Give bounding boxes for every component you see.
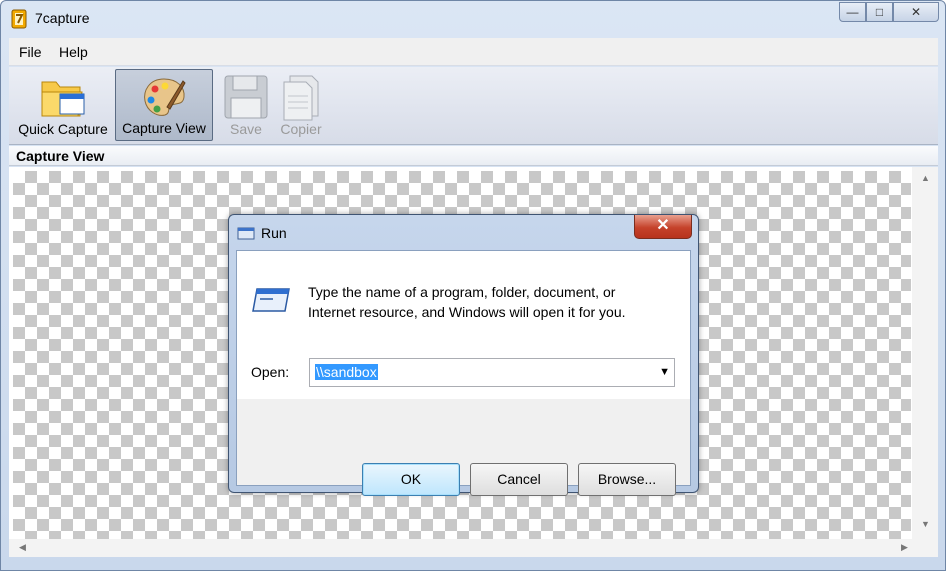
- maximize-icon: □: [875, 5, 884, 19]
- quick-capture-label: Quick Capture: [18, 121, 108, 137]
- dialog-close-button[interactable]: ✕: [634, 215, 692, 239]
- menu-help[interactable]: Help: [59, 44, 88, 60]
- open-input-value[interactable]: \\sandbox: [315, 364, 378, 380]
- vertical-scrollbar[interactable]: ▲ ▼: [912, 167, 938, 539]
- cancel-button[interactable]: Cancel: [470, 463, 568, 496]
- run-dialog: Run ✕ Type the name of a program, folder…: [228, 214, 699, 496]
- scroll-up-icon[interactable]: ▲: [921, 173, 930, 183]
- save-button[interactable]: Save: [217, 69, 275, 141]
- description-line-2: Internet resource, and Windows will open…: [308, 304, 626, 320]
- folder-window-icon: [41, 81, 85, 117]
- caption-buttons: — □ ✕: [839, 2, 939, 24]
- dialog-description: Type the name of a program, folder, docu…: [308, 282, 678, 322]
- browse-button[interactable]: Browse...: [578, 463, 676, 496]
- save-label: Save: [230, 121, 262, 137]
- palette-icon: [144, 78, 186, 116]
- description-line-1: Type the name of a program, folder, docu…: [308, 284, 616, 300]
- scroll-right-icon[interactable]: ▶: [901, 542, 908, 553]
- quick-capture-button[interactable]: Quick Capture: [15, 69, 111, 141]
- minimize-icon: —: [846, 5, 859, 19]
- run-program-icon: [252, 288, 290, 312]
- chevron-down-icon[interactable]: ▼: [659, 366, 670, 378]
- capture-view-label: Capture View: [122, 120, 206, 136]
- ok-button[interactable]: OK: [362, 463, 460, 496]
- open-combobox[interactable]: \\sandbox ▼: [309, 358, 675, 387]
- floppy-disk-icon: [224, 75, 268, 119]
- open-label: Open:: [251, 364, 290, 380]
- copier-label: Copier: [280, 121, 322, 137]
- menu-bar: File Help: [9, 38, 938, 66]
- dialog-title: Run: [261, 225, 287, 241]
- minimize-button[interactable]: —: [839, 2, 866, 22]
- scroll-down-icon[interactable]: ▼: [921, 519, 930, 529]
- section-title: Capture View: [9, 146, 938, 166]
- close-icon: ✕: [910, 5, 922, 19]
- maximize-button[interactable]: □: [866, 2, 893, 22]
- menu-file[interactable]: File: [19, 44, 42, 60]
- horizontal-scrollbar[interactable]: ◀ ▶: [9, 539, 938, 557]
- title-bar[interactable]: 7capture — □ ✕: [1, 1, 945, 37]
- dialog-body: Type the name of a program, folder, docu…: [236, 250, 691, 496]
- scroll-left-icon[interactable]: ◀: [19, 542, 26, 553]
- app-logo-icon: [11, 9, 27, 29]
- toolbar: Quick Capture Capture View Save Copier: [9, 67, 938, 145]
- capture-view-button[interactable]: Capture View: [115, 69, 213, 141]
- window-title: 7capture: [35, 10, 90, 26]
- run-title-icon: [237, 227, 255, 240]
- copy-pages-icon: [283, 75, 319, 121]
- copier-button[interactable]: Copier: [273, 69, 329, 141]
- close-icon: ✕: [656, 217, 670, 234]
- close-button[interactable]: ✕: [893, 2, 939, 22]
